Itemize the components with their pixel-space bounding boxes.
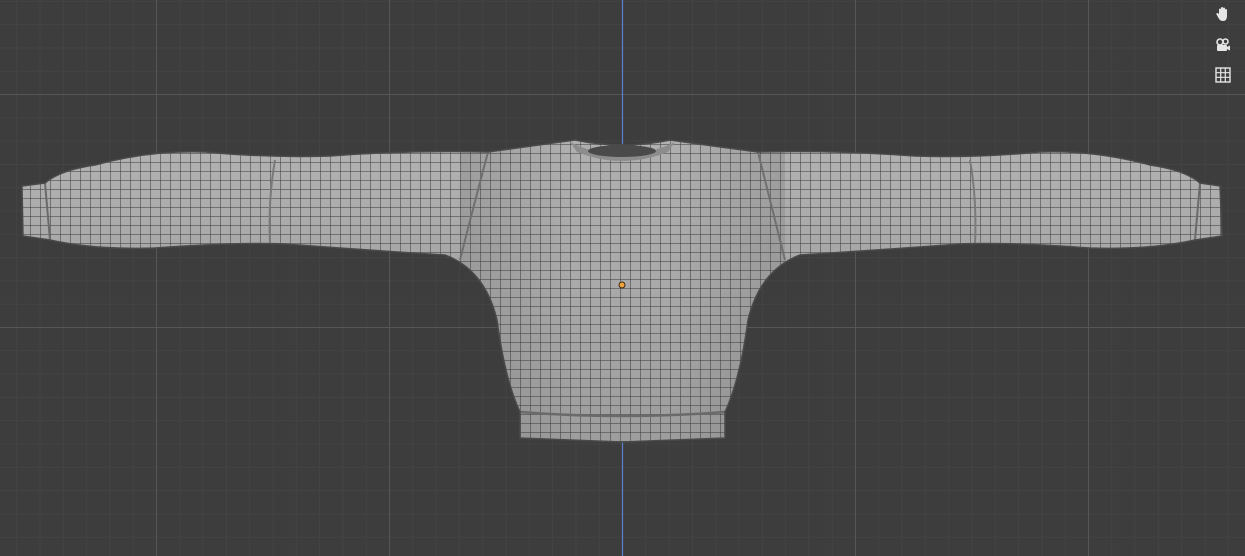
pan-view-button[interactable]	[1210, 1, 1236, 27]
object-origin-point[interactable]	[618, 281, 626, 289]
viewport-grid	[0, 0, 1245, 556]
grid-ortho-icon	[1215, 67, 1231, 83]
toggle-camera-view-button[interactable]	[1210, 32, 1236, 58]
3d-viewport[interactable]	[0, 0, 1245, 556]
sweater-mesh[interactable]	[0, 130, 1245, 450]
camera-icon	[1216, 38, 1230, 51]
hand-pan-icon	[1216, 7, 1227, 21]
toggle-orthographic-button[interactable]	[1210, 62, 1236, 88]
